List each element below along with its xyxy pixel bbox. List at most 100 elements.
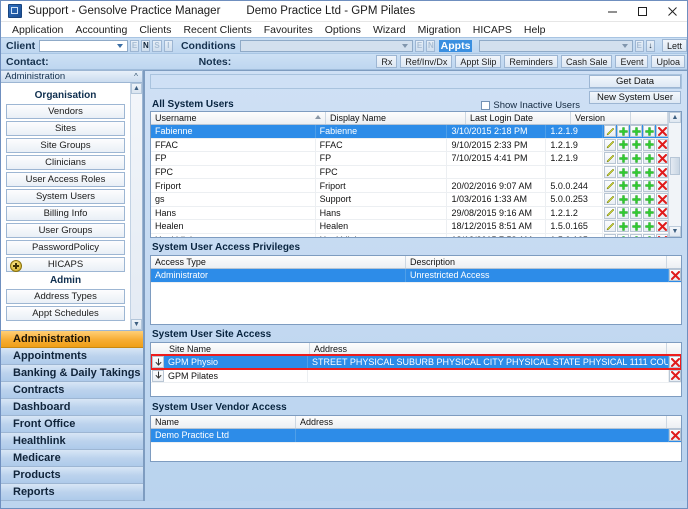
scroll-down-icon[interactable]: ▼ — [131, 319, 142, 330]
sidebar-nav-medicare[interactable]: Medicare — [1, 450, 143, 467]
table-row[interactable]: Hans Hans 29/08/2015 9:16 AM 1.2.1.2 — [151, 206, 668, 221]
delete-red-x-icon[interactable] — [669, 429, 681, 442]
delete-red-x-icon[interactable] — [656, 152, 668, 165]
table-row[interactable]: Healthlink Healthlink 18/12/2015 7:58 AM… — [151, 233, 668, 237]
menu-item-recent-clients[interactable]: Recent Clients — [177, 24, 257, 36]
sidebar-nav-appointments[interactable]: Appointments — [1, 348, 143, 365]
scroll-down-icon[interactable]: ▼ — [669, 226, 681, 237]
menu-item-migration[interactable]: Migration — [412, 24, 467, 36]
site-access-grid[interactable]: Site Name Address GPM Physio STREET PHYS… — [150, 342, 682, 397]
menu-item-accounting[interactable]: Accounting — [69, 24, 133, 36]
upload-button[interactable]: Uploa — [651, 55, 685, 68]
delete-red-x-icon[interactable] — [656, 220, 668, 233]
column-address[interactable]: Address — [296, 416, 667, 428]
appts-mini-e-button[interactable]: E — [634, 39, 644, 52]
table-row[interactable]: Administrator Unrestricted Access — [151, 269, 681, 283]
delete-red-x-icon[interactable] — [656, 206, 668, 219]
event-button[interactable]: Event — [615, 55, 649, 68]
menu-item-application[interactable]: Application — [6, 24, 69, 36]
sidebar-nav-healthlink[interactable]: Healthlink — [1, 433, 143, 450]
sidebar-item-hicaps[interactable]: HICAPS — [6, 257, 125, 272]
get-data-button[interactable]: Get Data — [589, 75, 681, 88]
sidebar-item-address-types[interactable]: Address Types — [6, 289, 125, 304]
menu-item-wizard[interactable]: Wizard — [367, 24, 412, 36]
add-green-plus-icon[interactable] — [617, 152, 629, 165]
add-green-plus-icon[interactable] — [617, 166, 629, 179]
delete-red-x-icon[interactable] — [656, 234, 668, 237]
appts-input[interactable] — [479, 39, 633, 52]
column-description[interactable]: Description — [406, 256, 667, 268]
scrollbar-thumb[interactable] — [670, 157, 680, 175]
column-version[interactable]: Version — [571, 112, 631, 124]
delete-red-x-icon[interactable] — [656, 166, 668, 179]
edit-pencil-icon[interactable] — [604, 125, 616, 138]
sidebar-item-vendors[interactable]: Vendors — [6, 104, 125, 119]
add-green-plus-icon[interactable] — [617, 179, 629, 192]
sidebar-nav-dashboard[interactable]: Dashboard — [1, 399, 143, 416]
add-green-plus-icon[interactable] — [630, 234, 642, 237]
minimize-icon[interactable] — [597, 1, 627, 21]
all-system-users-grid[interactable]: Username Display Name Last Login Date Ve… — [150, 111, 682, 238]
add-green-plus-icon[interactable] — [643, 234, 655, 237]
delete-red-x-icon[interactable] — [656, 138, 668, 151]
edit-pencil-icon[interactable] — [604, 179, 616, 192]
scrollbar-track[interactable] — [669, 123, 681, 226]
chevron-down-icon[interactable] — [620, 41, 631, 51]
add-green-plus-icon[interactable] — [643, 193, 655, 206]
sidebar-item-appt-schedules[interactable]: Appt Schedules — [6, 306, 125, 321]
menu-item-help[interactable]: Help — [518, 24, 552, 36]
table-row[interactable]: FP FP 7/10/2015 4:41 PM 1.2.1.9 — [151, 152, 668, 166]
column-site-name[interactable]: Site Name — [165, 343, 310, 355]
table-row[interactable]: Fabienne Fabienne 3/10/2015 2:18 PM 1.2.… — [151, 125, 668, 139]
conditions-input[interactable] — [239, 39, 413, 52]
add-green-plus-icon[interactable] — [630, 220, 642, 233]
column-name[interactable]: Name — [151, 416, 296, 428]
table-row[interactable]: FFAC FFAC 9/10/2015 2:33 PM 1.2.1.9 — [151, 138, 668, 153]
client-mini-e-button[interactable]: E — [129, 39, 140, 52]
chevron-down-icon[interactable] — [115, 41, 126, 51]
add-green-plus-icon[interactable] — [643, 179, 655, 192]
add-green-plus-icon[interactable] — [617, 125, 629, 138]
sidebar-item-clinicians[interactable]: Clinicians — [6, 155, 125, 170]
appts-download-button[interactable]: ↓ — [645, 39, 655, 52]
ref-inv-dx-button[interactable]: Ref/Inv/Dx — [400, 55, 453, 68]
close-icon[interactable] — [657, 1, 687, 21]
menu-item-options[interactable]: Options — [319, 24, 367, 36]
cash-sale-button[interactable]: Cash Sale — [560, 55, 613, 68]
sidebar-item-user-groups[interactable]: User Groups — [6, 223, 125, 238]
table-row[interactable]: FPC FPC — [151, 165, 668, 180]
column-username[interactable]: Username — [151, 112, 326, 124]
add-green-plus-icon[interactable] — [643, 206, 655, 219]
delete-red-x-icon[interactable] — [669, 269, 681, 282]
table-row[interactable]: GPM Pilates — [151, 369, 681, 384]
table-row[interactable]: gs Support 1/03/2016 1:33 AM 5.0.0.253 — [151, 192, 668, 207]
delete-red-x-icon[interactable] — [656, 125, 668, 138]
table-row[interactable]: Healen Healen 18/12/2015 8:51 AM 1.5.0.1… — [151, 220, 668, 234]
sidebar-item-site-groups[interactable]: Site Groups — [6, 138, 125, 153]
add-green-plus-icon[interactable] — [630, 166, 642, 179]
add-green-plus-icon[interactable] — [617, 220, 629, 233]
column-display-name[interactable]: Display Name — [326, 112, 466, 124]
edit-pencil-icon[interactable] — [604, 220, 616, 233]
delete-red-x-icon[interactable] — [656, 179, 668, 192]
sidebar-item-user-access-roles[interactable]: User Access Roles — [6, 172, 125, 187]
sidebar-nav-reports[interactable]: Reports — [1, 484, 143, 501]
add-green-plus-icon[interactable] — [630, 179, 642, 192]
add-green-plus-icon[interactable] — [617, 234, 629, 237]
reminders-button[interactable]: Reminders — [504, 55, 558, 68]
client-mini-n-button[interactable]: N — [141, 39, 151, 52]
client-input[interactable] — [39, 39, 128, 52]
menu-item-clients[interactable]: Clients — [133, 24, 177, 36]
delete-red-x-icon[interactable] — [669, 369, 681, 382]
access-privileges-grid[interactable]: Access Type Description Administrator Un… — [150, 255, 682, 325]
add-green-plus-icon[interactable] — [643, 152, 655, 165]
column-address[interactable]: Address — [310, 343, 667, 355]
sidebar-nav-front-office[interactable]: Front Office — [1, 416, 143, 433]
add-green-plus-icon[interactable] — [617, 193, 629, 206]
add-green-plus-icon[interactable] — [630, 206, 642, 219]
edit-pencil-icon[interactable] — [604, 166, 616, 179]
add-green-plus-icon[interactable] — [643, 138, 655, 151]
edit-pencil-icon[interactable] — [604, 193, 616, 206]
show-inactive-users-checkbox[interactable]: Show Inactive Users — [481, 100, 580, 111]
add-green-plus-icon[interactable] — [630, 125, 642, 138]
